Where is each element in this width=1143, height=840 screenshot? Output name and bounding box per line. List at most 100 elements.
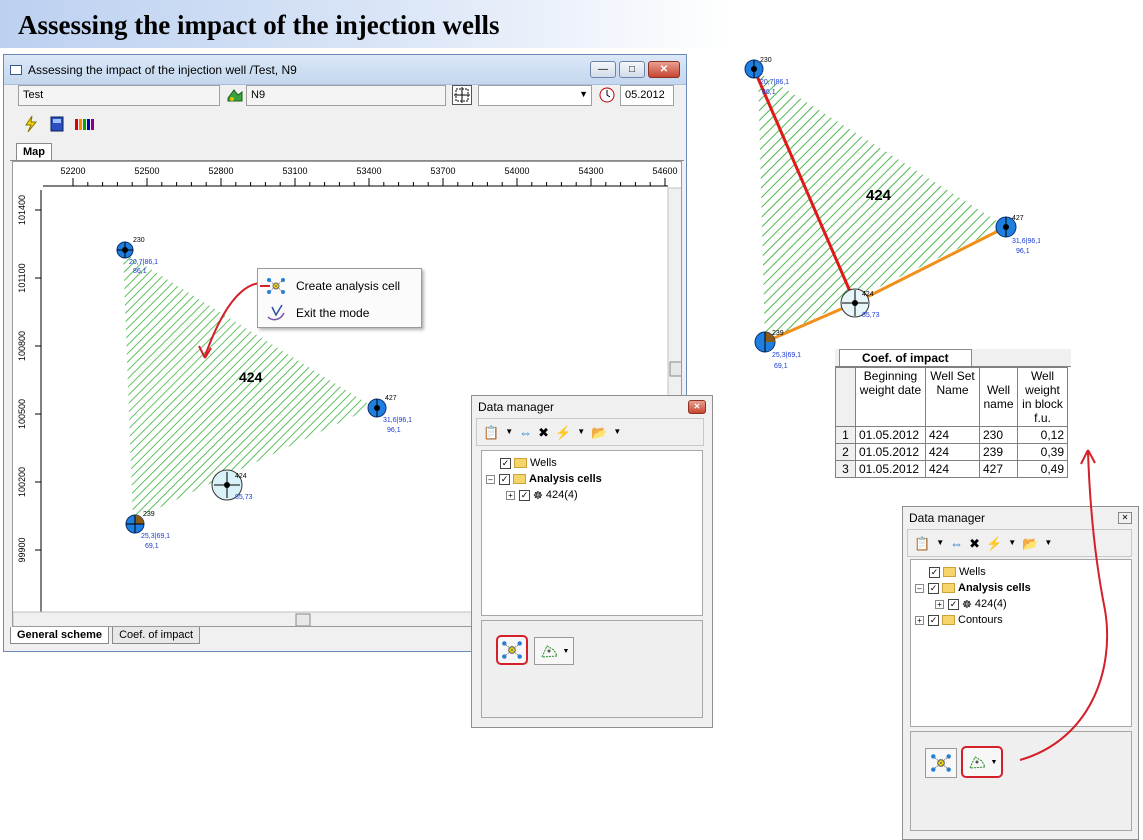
chevron-down-icon[interactable]: ▼ — [505, 428, 513, 436]
well-239-large: 239 25,3|69,1 69,1 — [754, 330, 801, 370]
map-tab-strip: Map — [10, 143, 684, 161]
tab-coef-impact-header[interactable]: Coef. of impact — [839, 349, 972, 366]
main-titlebar: Assessing the impact of the injection we… — [4, 55, 686, 85]
menu-arrow-start — [260, 285, 270, 287]
tab-map[interactable]: Map — [16, 143, 52, 160]
close-button[interactable]: ✕ — [648, 61, 680, 78]
svg-text:427: 427 — [385, 395, 397, 402]
data-manager-1-close[interactable]: ✕ — [688, 400, 706, 414]
svg-text:239: 239 — [772, 330, 784, 337]
x-tick-label: 53100 — [282, 166, 307, 176]
chevron-down-icon[interactable]: ▼ — [613, 428, 621, 436]
x-tick-label: 52800 — [208, 166, 233, 176]
app-icon — [10, 64, 22, 75]
red-arrow-large — [1019, 449, 1109, 761]
checkbox[interactable]: ✓ — [519, 489, 530, 501]
menu-create-label: Create analysis cell — [296, 278, 401, 293]
tree-item-wells[interactable]: ✓ Wells — [486, 455, 702, 471]
minimize-button[interactable]: — — [590, 61, 616, 78]
layer-icon — [226, 86, 244, 104]
y-tick-label: 100800 — [17, 331, 27, 361]
checkbox[interactable]: ✓ — [928, 614, 939, 626]
menu-exit-label: Exit the mode — [296, 305, 370, 320]
checkbox[interactable]: ✓ — [928, 582, 939, 594]
book-icon[interactable] — [48, 115, 66, 133]
svg-text:20,7|86,1: 20,7|86,1 — [760, 79, 789, 86]
clipboard-icon[interactable]: 📋 — [483, 426, 499, 439]
lightning-icon[interactable]: ⚡ — [555, 426, 571, 439]
tab-coef-of-impact[interactable]: Coef. of impact — [112, 627, 201, 644]
table-cell: 01.05.2012 — [855, 443, 926, 461]
tab-general-scheme[interactable]: General scheme — [10, 627, 109, 644]
svg-text:20,7|86,1: 20,7|86,1 — [129, 259, 158, 266]
layer-field[interactable]: N9 — [246, 85, 446, 106]
svg-text:85,73: 85,73 — [235, 494, 253, 501]
main-window-title: Assessing the impact of the injection we… — [28, 62, 297, 77]
context-menu: Create analysis cell Exit the mode — [257, 268, 422, 328]
well-239-small[interactable]: 239 25,3|69,1 69,1 — [125, 511, 170, 550]
x-tick-label: 54300 — [578, 166, 603, 176]
link-arrows-icon[interactable]: ⇔ — [519, 426, 532, 439]
coef-tab-strip: Coef. of impact — [835, 349, 1071, 367]
y-tick-label: 99900 — [17, 537, 27, 562]
banner-title: Assessing the impact of the injection we… — [0, 0, 730, 48]
svg-text:25,3|69,1: 25,3|69,1 — [141, 533, 170, 540]
menu-create-analysis-cell[interactable]: Create analysis cell — [258, 272, 421, 299]
create-cell-button[interactable] — [496, 635, 528, 665]
collapse-icon[interactable]: – — [486, 474, 495, 484]
checkbox[interactable]: ✓ — [499, 473, 510, 485]
x-tick-label: 53400 — [356, 166, 381, 176]
checkbox[interactable]: ✓ — [929, 566, 940, 578]
lightning-icon[interactable] — [22, 115, 40, 133]
x-tick-label: 53700 — [430, 166, 455, 176]
x-tick-label: 54000 — [504, 166, 529, 176]
folder-icon — [513, 474, 526, 484]
svg-text:25,3|69,1: 25,3|69,1 — [772, 352, 801, 359]
table-cell: 1 — [835, 426, 856, 444]
chevron-down-icon[interactable]: ▼ — [577, 428, 585, 436]
tree-item-cell-424[interactable]: + ✓ ☸ 424(4) — [486, 487, 702, 503]
checkbox[interactable]: ✓ — [500, 457, 511, 469]
clipboard-icon[interactable]: 📋 — [914, 537, 930, 550]
svg-text:424: 424 — [862, 291, 874, 298]
analysis-cell-polygon-large — [758, 72, 1005, 342]
expand-icon[interactable]: + — [915, 615, 924, 625]
project-field[interactable]: Test — [18, 85, 220, 106]
calendar-clock-icon[interactable] — [598, 86, 616, 104]
y-tick-label: 101100 — [17, 263, 27, 292]
date-field[interactable]: 05.2012 — [620, 85, 674, 106]
menu-exit-mode[interactable]: Exit the mode — [258, 299, 421, 326]
edit-cell-button[interactable]: ▼ — [534, 637, 574, 665]
table-cell: 3 — [835, 460, 856, 478]
svg-text:230: 230 — [760, 57, 772, 64]
scissors-icon[interactable]: ✖ — [538, 426, 549, 439]
well-230-small[interactable]: 230 20,7|86,1 86,1 — [116, 237, 158, 275]
cell-detail-diagram: 424 230 20,7|86,1 86,1 427 31,6|96,1 96,… — [744, 57, 1040, 370]
svg-text:230: 230 — [133, 237, 145, 244]
extent-icon[interactable] — [452, 85, 472, 105]
tree-item-analysis-cells[interactable]: – ✓ Analysis cells — [486, 471, 702, 487]
table-cell: 01.05.2012 — [855, 460, 926, 478]
cell-label-small: 424 — [239, 369, 263, 385]
col-well-name: Well name — [979, 367, 1018, 427]
y-tick-label: 100500 — [17, 399, 27, 429]
data-manager-1: Data manager ✕ 📋 ▼ ⇔ ✖ ⚡ ▼ 📂 ▼ ✓ Wells – ✓ Ana… — [471, 395, 713, 728]
svg-text:86,1: 86,1 — [762, 89, 776, 96]
palette-icon[interactable] — [74, 115, 96, 133]
svg-text:427: 427 — [1012, 215, 1024, 222]
selection-dropdown[interactable]: ▼ — [478, 85, 592, 106]
collapse-icon[interactable]: – — [915, 583, 924, 593]
svg-text:31,6|96,1: 31,6|96,1 — [383, 417, 412, 424]
svg-text:86,1: 86,1 — [133, 268, 147, 275]
well-424-small[interactable]: 424 85,73 — [211, 469, 253, 501]
data-manager-1-titlebar: Data manager ✕ — [472, 396, 712, 418]
svg-text:31,6|96,1: 31,6|96,1 — [1012, 238, 1040, 245]
folder-icon — [514, 458, 527, 468]
well-427-small[interactable]: 427 31,6|96,1 96,1 — [367, 395, 412, 434]
expand-icon[interactable]: + — [506, 490, 515, 500]
well-427-large: 427 31,6|96,1 96,1 — [995, 215, 1040, 255]
maximize-button[interactable]: □ — [619, 61, 645, 78]
y-tick-label: 100200 — [17, 467, 27, 497]
open-folder-icon[interactable]: 📂 — [591, 426, 607, 439]
data-manager-1-toolbar: 📋 ▼ ⇔ ✖ ⚡ ▼ 📂 ▼ — [476, 418, 704, 446]
